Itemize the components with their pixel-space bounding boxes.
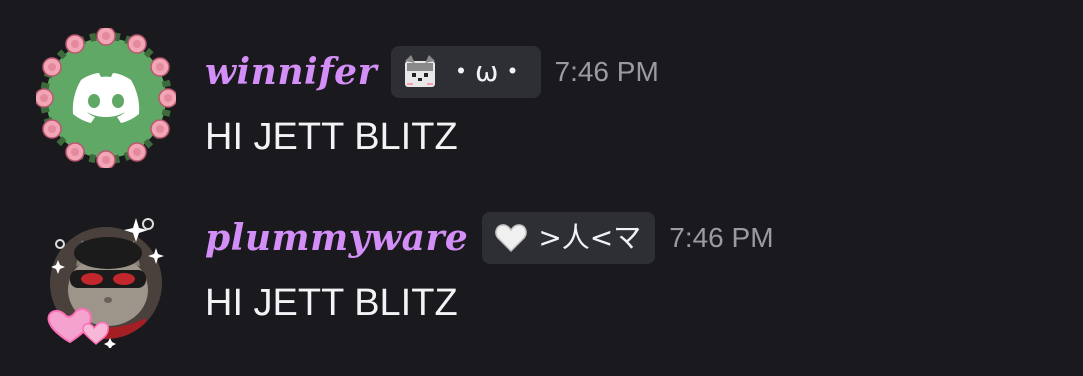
- heart-icon: [494, 221, 528, 255]
- user-avatar[interactable]: [36, 208, 176, 348]
- timestamp[interactable]: 7:46 PM: [669, 222, 773, 254]
- username[interactable]: winnifer: [205, 44, 377, 100]
- discord-logo-icon: [72, 73, 140, 123]
- message: plummyware >人<マ 7:46 PM HI JETT BLITZ: [0, 200, 1083, 360]
- message: winnifer ・ω・ 7:46 PM HI JETT BLITZ: [0, 20, 1083, 180]
- username[interactable]: plummyware: [205, 210, 468, 266]
- message-content: HI JETT BLITZ: [205, 282, 458, 324]
- timestamp[interactable]: 7:46 PM: [555, 56, 659, 88]
- message-content: HI JETT BLITZ: [205, 116, 458, 158]
- message-header: plummyware >人<マ 7:46 PM: [205, 210, 774, 266]
- message-header: winnifer ・ω・ 7:46 PM: [205, 44, 659, 100]
- user-tag[interactable]: >人<マ: [482, 212, 656, 264]
- cat-face-icon: [403, 55, 437, 89]
- tag-text: >人<マ: [538, 221, 642, 254]
- user-tag[interactable]: ・ω・: [391, 46, 541, 98]
- user-avatar[interactable]: [36, 28, 176, 168]
- tag-text: ・ω・: [447, 55, 527, 88]
